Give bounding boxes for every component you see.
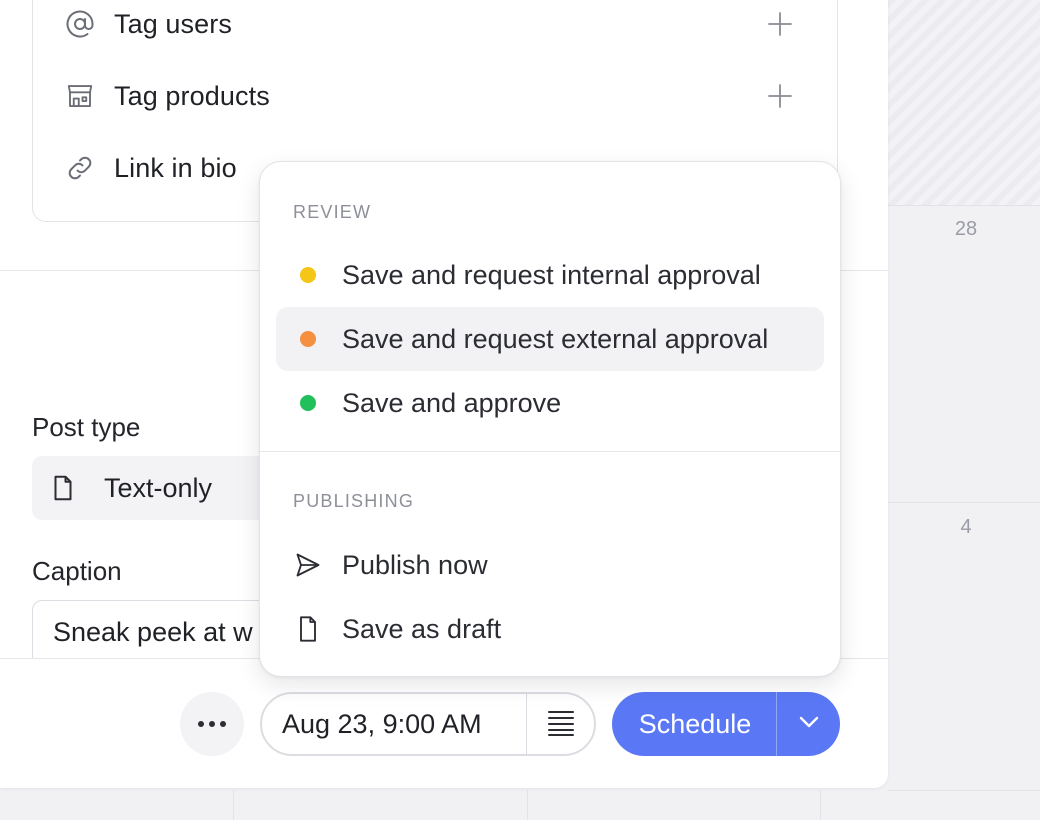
menu-heading-publishing: PUBLISHING — [293, 491, 415, 511]
menu-item-label: Save and request external approval — [342, 323, 769, 354]
schedule-options-toggle[interactable] — [777, 692, 840, 756]
schedule-button[interactable]: Schedule — [612, 709, 776, 740]
menu-item-save-as-draft[interactable]: Save as draft — [276, 597, 824, 661]
more-horizontal-icon — [197, 715, 227, 733]
menu-divider — [260, 451, 840, 452]
option-label: Tag products — [114, 80, 270, 111]
store-icon — [64, 80, 96, 112]
schedule-split-button: Schedule — [612, 692, 840, 756]
plus-icon[interactable] — [766, 82, 794, 110]
option-label: Tag users — [114, 8, 232, 39]
menu-item-request-external-approval[interactable]: Save and request external approval — [276, 307, 824, 371]
schedule-date-button[interactable]: Aug 23, 9:00 AM — [262, 709, 526, 740]
post-type-value: Text-only — [104, 472, 213, 503]
calendar-row-divider — [888, 790, 1040, 791]
option-label: Link in bio — [114, 152, 237, 183]
menu-item-label: Save and request internal approval — [342, 259, 761, 290]
document-icon — [48, 473, 78, 503]
caption-label: Caption — [32, 556, 122, 586]
queue-button[interactable] — [527, 694, 594, 754]
at-icon — [64, 8, 96, 40]
status-dot-green — [300, 395, 316, 411]
menu-item-label: Save as draft — [342, 613, 502, 644]
calendar-col-divider — [527, 790, 528, 820]
calendar-col-divider — [820, 790, 821, 820]
list-lines-icon — [546, 707, 576, 742]
option-tag-users[interactable]: Tag users — [34, 4, 814, 44]
link-icon — [64, 152, 96, 184]
menu-item-save-and-approve[interactable]: Save and approve — [276, 371, 824, 435]
status-dot-yellow — [300, 267, 316, 283]
caption-text: Sneak peek at w — [53, 617, 253, 647]
calendar-day-number[interactable]: 28 — [940, 218, 992, 241]
calendar-past-day-cell — [888, 0, 1040, 205]
option-tag-products[interactable]: Tag products — [34, 76, 814, 116]
document-icon — [294, 615, 322, 643]
calendar-col-divider — [233, 790, 234, 820]
post-type-label: Post type — [32, 412, 141, 442]
status-dot-orange — [300, 331, 316, 347]
menu-item-label: Save and approve — [342, 387, 562, 418]
post-type-select[interactable]: Text-only — [32, 456, 293, 520]
plus-icon[interactable] — [766, 10, 794, 38]
menu-heading-review: REVIEW — [293, 202, 372, 222]
schedule-options-menu: REVIEW Save and request internal approva… — [259, 161, 841, 677]
menu-item-label: Publish now — [342, 549, 488, 580]
menu-item-publish-now[interactable]: Publish now — [276, 533, 824, 597]
more-options-button[interactable] — [180, 692, 244, 756]
schedule-date-picker: Aug 23, 9:00 AM — [260, 692, 596, 756]
chevron-down-icon — [798, 715, 820, 734]
calendar-row-divider — [888, 205, 1040, 206]
send-icon — [294, 551, 322, 579]
menu-item-request-internal-approval[interactable]: Save and request internal approval — [276, 243, 824, 307]
calendar-row-divider — [888, 502, 1040, 503]
calendar-day-number[interactable]: 4 — [940, 516, 992, 539]
